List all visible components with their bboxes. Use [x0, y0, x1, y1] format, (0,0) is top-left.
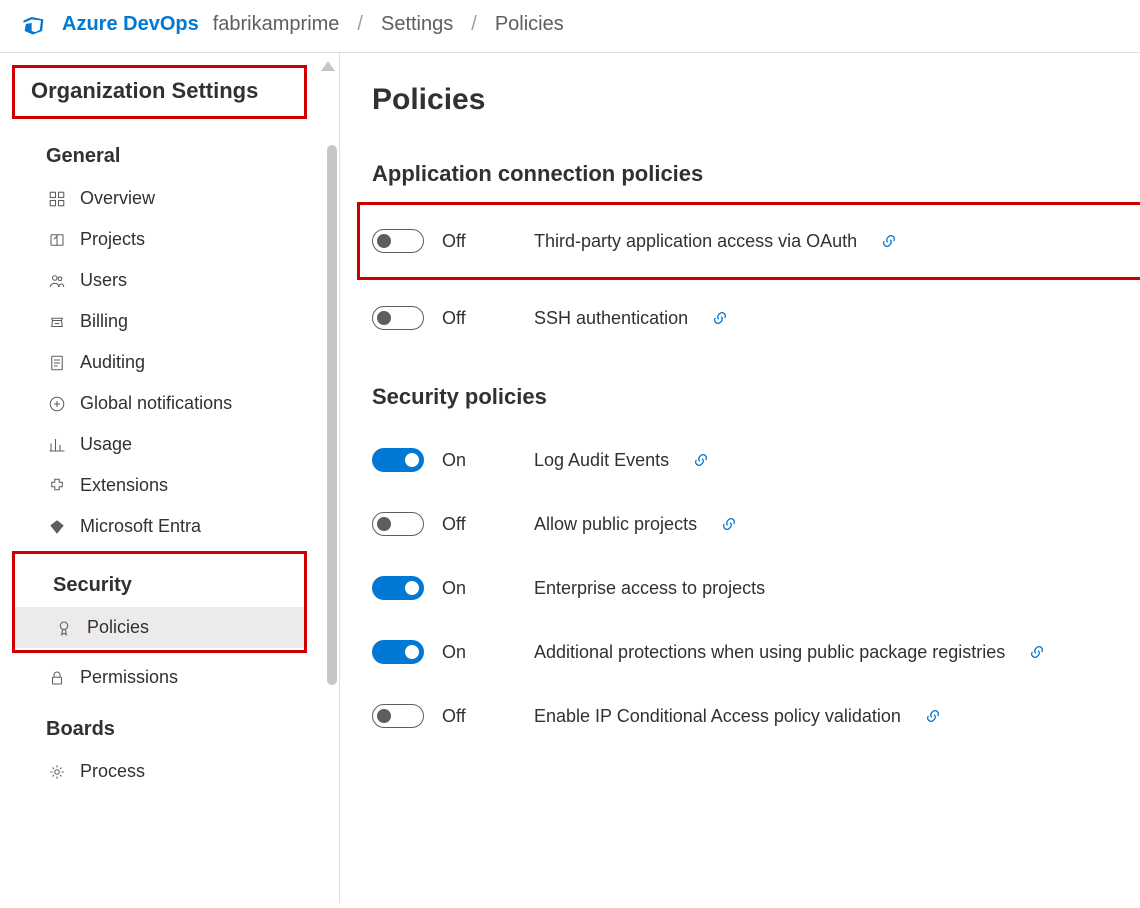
policy-row-pkgreg: On Additional protections when using pub… — [372, 620, 1128, 684]
policy-row-audit: On Log Audit Events — [372, 428, 1128, 492]
toggle-state-label: Off — [442, 308, 492, 329]
sidebar-item-label: Auditing — [80, 352, 145, 373]
sidebar-item-projects[interactable]: Projects — [8, 219, 339, 260]
sidebar-item-extensions[interactable]: Extensions — [8, 465, 339, 506]
sidebar-item-label: Users — [80, 270, 127, 291]
breadcrumb-settings[interactable]: Settings — [381, 13, 453, 36]
toggle-ipcond[interactable] — [372, 704, 424, 728]
sidebar-item-label: Projects — [80, 229, 145, 250]
sidebar-item-entra[interactable]: Microsoft Entra — [8, 506, 339, 547]
sidebar-item-label: Process — [80, 761, 145, 782]
sidebar-item-label: Microsoft Entra — [80, 516, 201, 537]
sidebar-item-billing[interactable]: Billing — [8, 301, 339, 342]
policy-row-oauth: Off Third-party application access via O… — [357, 202, 1140, 280]
sidebar-item-auditing[interactable]: Auditing — [8, 342, 339, 383]
sidebar-item-process[interactable]: Process — [8, 751, 339, 792]
extensions-icon — [48, 477, 66, 495]
sidebar-item-usage[interactable]: Usage — [8, 424, 339, 465]
sidebar-item-label: Overview — [80, 188, 155, 209]
toggle-state-label: Off — [442, 231, 492, 252]
policy-label: SSH authentication — [534, 308, 688, 329]
notifications-icon — [48, 395, 66, 413]
policy-label: Enterprise access to projects — [534, 578, 765, 599]
group-heading-app-connection: Application connection policies — [372, 161, 1128, 187]
entra-icon — [48, 518, 66, 536]
sidebar-title: Organization Settings — [15, 70, 304, 114]
toggle-audit[interactable] — [372, 448, 424, 472]
toggle-pkgreg[interactable] — [372, 640, 424, 664]
sidebar-item-users[interactable]: Users — [8, 260, 339, 301]
sidebar-item-policies[interactable]: Policies — [15, 607, 304, 648]
sidebar-item-label: Global notifications — [80, 393, 232, 414]
sidebar-item-label: Usage — [80, 434, 132, 455]
permissions-icon — [48, 669, 66, 687]
policies-icon — [55, 619, 73, 637]
breadcrumb-org[interactable]: fabrikamprime — [213, 13, 340, 36]
toggle-enterprise[interactable] — [372, 576, 424, 600]
azure-devops-logo-icon — [20, 10, 48, 38]
sidebar-item-label: Extensions — [80, 475, 168, 496]
sidebar-section-general: General — [8, 125, 339, 178]
toggle-state-label: On — [442, 642, 492, 663]
main-content: Policies Application connection policies… — [340, 53, 1140, 903]
group-heading-security: Security policies — [372, 384, 1128, 410]
auditing-icon — [48, 354, 66, 372]
policy-row-ipcond: Off Enable IP Conditional Access policy … — [372, 684, 1128, 748]
sidebar-item-global-notifications[interactable]: Global notifications — [8, 383, 339, 424]
external-link-icon[interactable] — [1029, 644, 1045, 660]
billing-icon — [48, 313, 66, 331]
page-title: Policies — [372, 83, 1128, 117]
policy-row-enterprise: On Enterprise access to projects — [372, 556, 1128, 620]
toggle-public[interactable] — [372, 512, 424, 536]
toggle-state-label: On — [442, 578, 492, 599]
breadcrumb-policies[interactable]: Policies — [495, 13, 564, 36]
external-link-icon[interactable] — [712, 310, 728, 326]
toggle-oauth[interactable] — [372, 229, 424, 253]
breadcrumb-separator: / — [467, 13, 481, 36]
policy-label: Third-party application access via OAuth — [534, 231, 857, 252]
sidebar-item-label: Policies — [87, 617, 149, 638]
process-icon — [48, 763, 66, 781]
toggle-state-label: Off — [442, 514, 492, 535]
toggle-ssh[interactable] — [372, 306, 424, 330]
sidebar-section-security: Security — [15, 554, 304, 607]
scroll-up-caret-icon[interactable] — [321, 61, 335, 71]
sidebar-item-label: Billing — [80, 311, 128, 332]
highlight-security-section: Security Policies — [12, 551, 307, 653]
policy-label: Log Audit Events — [534, 450, 669, 471]
toggle-state-label: Off — [442, 706, 492, 727]
sidebar: Organization Settings General Overview P… — [0, 53, 340, 903]
projects-icon — [48, 231, 66, 249]
sidebar-section-boards: Boards — [8, 698, 339, 751]
users-icon — [48, 272, 66, 290]
external-link-icon[interactable] — [721, 516, 737, 532]
header: Azure DevOps fabrikamprime / Settings / … — [0, 0, 1140, 53]
overview-icon — [48, 190, 66, 208]
policy-label: Allow public projects — [534, 514, 697, 535]
policy-label: Additional protections when using public… — [534, 642, 1005, 663]
external-link-icon[interactable] — [693, 452, 709, 468]
sidebar-item-overview[interactable]: Overview — [8, 178, 339, 219]
policy-row-public: Off Allow public projects — [372, 492, 1128, 556]
toggle-state-label: On — [442, 450, 492, 471]
breadcrumb-separator: / — [353, 13, 367, 36]
external-link-icon[interactable] — [925, 708, 941, 724]
scrollbar-thumb[interactable] — [327, 145, 337, 685]
external-link-icon[interactable] — [881, 233, 897, 249]
sidebar-item-permissions[interactable]: Permissions — [8, 657, 339, 698]
policy-label: Enable IP Conditional Access policy vali… — [534, 706, 901, 727]
product-name[interactable]: Azure DevOps — [62, 13, 199, 36]
policy-row-ssh: Off SSH authentication — [372, 286, 1128, 350]
usage-icon — [48, 436, 66, 454]
sidebar-item-label: Permissions — [80, 667, 178, 688]
highlight-org-settings: Organization Settings — [12, 65, 307, 119]
